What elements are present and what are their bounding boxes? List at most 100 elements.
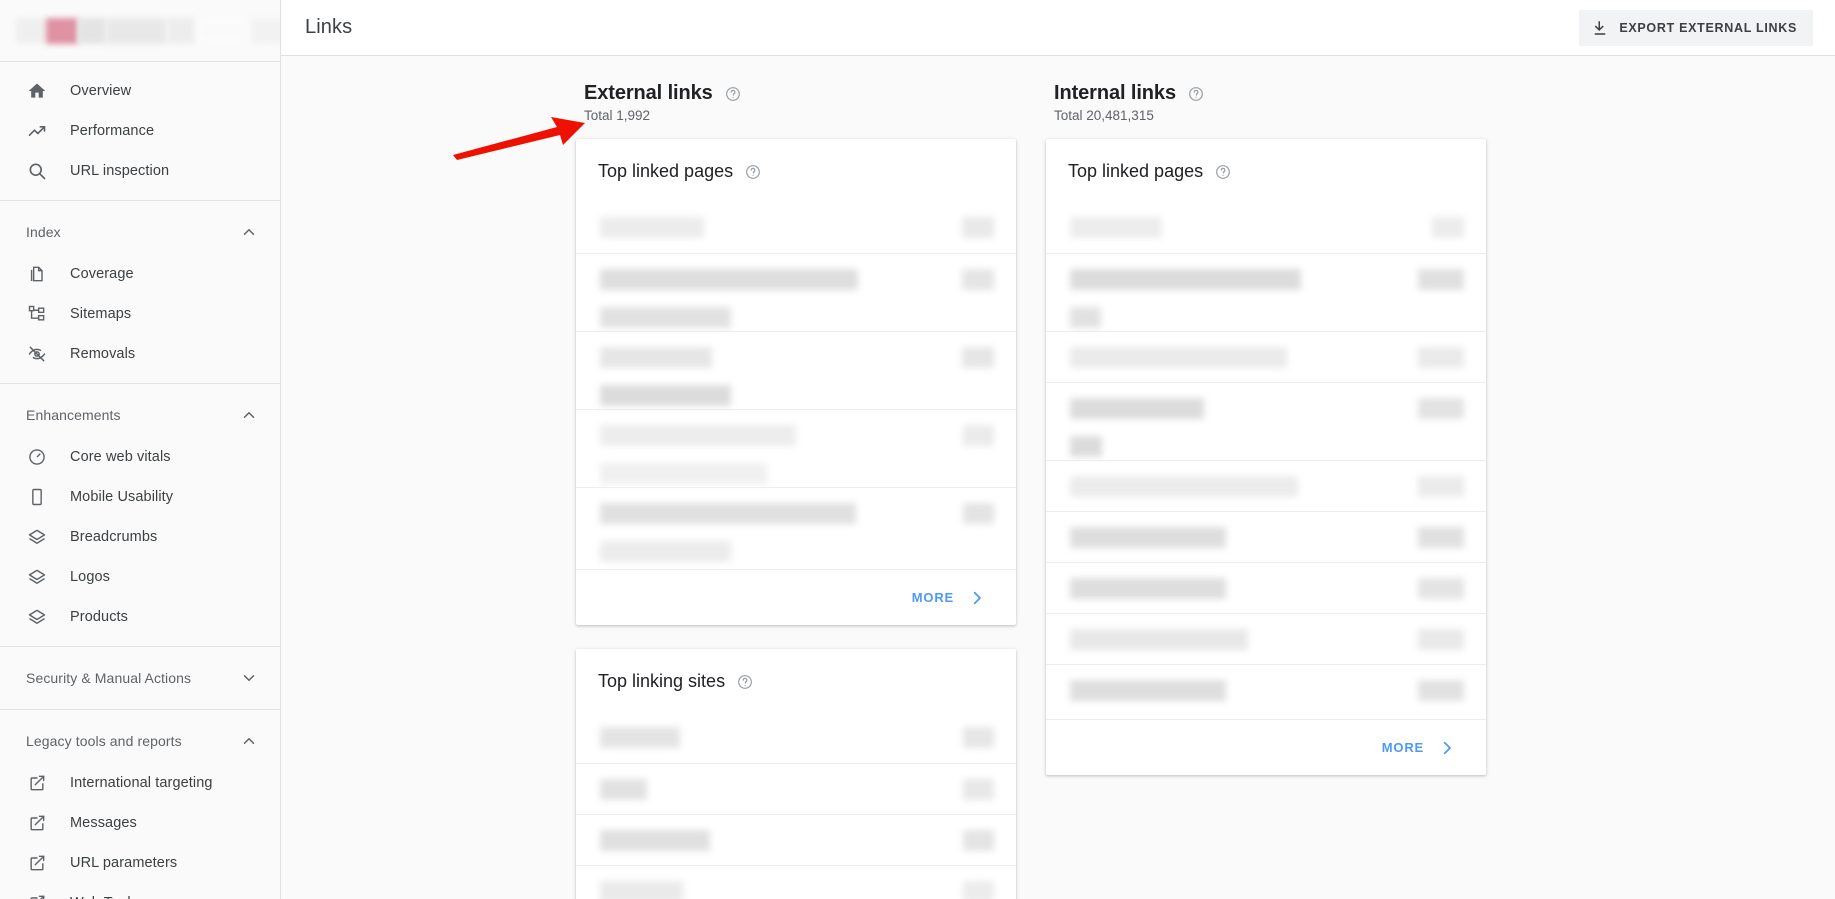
sidebar-item-coverage[interactable]: Coverage <box>0 254 280 294</box>
external-links-header: External links Total 1,992 <box>576 82 1016 123</box>
table-row[interactable] <box>576 814 1016 865</box>
sidebar-item-removals[interactable]: Removals <box>0 334 280 374</box>
help-circle-icon[interactable] <box>745 164 761 180</box>
sidebar-group-header-index[interactable]: Index <box>0 210 280 254</box>
card-rows <box>576 712 1016 899</box>
sidebar-group-header-security[interactable]: Security & Manual Actions <box>0 656 280 700</box>
help-circle-icon[interactable] <box>1188 86 1204 102</box>
export-external-links-button[interactable]: EXPORT EXTERNAL LINKS <box>1579 9 1813 46</box>
speedometer-icon <box>26 446 48 468</box>
sidebar-group-header-enhancements[interactable]: Enhancements <box>0 393 280 437</box>
table-row[interactable] <box>576 253 1016 304</box>
top-bar: Links EXPORT EXTERNAL LINKS <box>281 0 1835 56</box>
table-row[interactable] <box>576 202 1016 253</box>
external-link-icon <box>26 892 48 899</box>
group-title: Security & Manual Actions <box>26 670 192 686</box>
table-row[interactable] <box>1046 460 1486 511</box>
external-links-title: External links <box>584 82 713 104</box>
group-title: Enhancements <box>26 407 121 423</box>
property-selector[interactable] <box>0 0 280 62</box>
sidebar-item-label: Logos <box>70 569 111 585</box>
links-content: External links Total 1,992 Top linked pa… <box>281 56 1835 899</box>
chevron-right-icon <box>973 591 981 604</box>
pages-copy-icon <box>26 263 48 285</box>
page-title: Links <box>305 16 353 38</box>
sidebar-item-core-web-vitals[interactable]: Core web vitals <box>0 437 280 477</box>
sidebar-item-logos[interactable]: Logos <box>0 557 280 597</box>
layers-icon <box>26 606 48 628</box>
table-row-overflow <box>576 460 1016 487</box>
group-title: Legacy tools and reports <box>26 733 182 749</box>
table-row[interactable] <box>1046 202 1486 253</box>
search-icon <box>26 160 48 182</box>
external-link-icon <box>26 772 48 794</box>
sidebar-group-enhancements: Enhancements Core web vitals Mobile Usab… <box>0 384 280 647</box>
table-row[interactable] <box>576 763 1016 814</box>
table-row[interactable] <box>576 409 1016 460</box>
sitemap-icon <box>26 303 48 325</box>
sidebar-item-label: Performance <box>70 123 155 139</box>
sidebar-item-label: Mobile Usability <box>70 489 174 505</box>
links-columns: External links Total 1,992 Top linked pa… <box>281 82 1835 899</box>
table-row[interactable] <box>576 712 1016 763</box>
card-top-linked-pages-internal: Top linked pages MORE <box>1046 139 1486 775</box>
sidebar-item-web-tools[interactable]: Web Tools <box>0 883 280 899</box>
sidebar-item-label: Removals <box>70 346 136 362</box>
table-row[interactable] <box>1046 253 1486 304</box>
sidebar-group-security: Security & Manual Actions <box>0 647 280 710</box>
main-area: Links EXPORT EXTERNAL LINKS External lin… <box>281 0 1835 899</box>
chevron-up-icon[interactable] <box>240 406 258 424</box>
sidebar-group-main: Overview Performance URL inspection <box>0 62 280 201</box>
more-button[interactable]: MORE <box>1374 731 1464 765</box>
sidebar-item-international-targeting[interactable]: International targeting <box>0 763 280 803</box>
card-rows <box>1046 202 1486 719</box>
help-circle-icon[interactable] <box>725 86 741 102</box>
table-row[interactable] <box>1046 562 1486 613</box>
sidebar-item-label: Core web vitals <box>70 449 171 465</box>
chevron-down-icon[interactable] <box>240 669 258 687</box>
more-button[interactable]: MORE <box>904 581 994 615</box>
sidebar-item-performance[interactable]: Performance <box>0 111 280 151</box>
internal-links-title: Internal links <box>1054 82 1176 104</box>
layers-icon <box>26 526 48 548</box>
layers-icon <box>26 566 48 588</box>
chevron-up-icon[interactable] <box>240 732 258 750</box>
external-link-icon <box>26 852 48 874</box>
table-row[interactable] <box>576 331 1016 382</box>
sidebar-item-label: URL parameters <box>70 855 178 871</box>
sidebar-item-url-inspection[interactable]: URL inspection <box>0 151 280 191</box>
table-row[interactable] <box>1046 511 1486 562</box>
sidebar-item-products[interactable]: Products <box>0 597 280 637</box>
table-row[interactable] <box>1046 613 1486 664</box>
sidebar-item-label: Coverage <box>70 266 134 282</box>
table-row-overflow <box>576 304 1016 331</box>
table-row[interactable] <box>576 865 1016 899</box>
card-footer: MORE <box>1046 719 1486 775</box>
chevron-up-icon[interactable] <box>240 223 258 241</box>
sidebar-item-breadcrumbs[interactable]: Breadcrumbs <box>0 517 280 557</box>
external-link-icon <box>26 812 48 834</box>
sidebar-item-overview[interactable]: Overview <box>0 71 280 111</box>
external-links-total: Total 1,992 <box>584 108 651 123</box>
table-row[interactable] <box>1046 382 1486 433</box>
table-row[interactable] <box>1046 664 1486 715</box>
table-row-overflow <box>576 382 1016 409</box>
card-top-linking-sites: Top linking sites <box>576 649 1016 899</box>
help-circle-icon[interactable] <box>1215 164 1231 180</box>
sidebar-item-url-parameters[interactable]: URL parameters <box>0 843 280 883</box>
sidebar-item-messages[interactable]: Messages <box>0 803 280 843</box>
card-top-linked-pages-external: Top linked pages MORE <box>576 139 1016 625</box>
more-button-label: MORE <box>911 590 954 605</box>
sidebar-item-label: Sitemaps <box>70 306 132 322</box>
sidebar-item-sitemaps[interactable]: Sitemaps <box>0 294 280 334</box>
table-row[interactable] <box>576 487 1016 538</box>
sidebar-item-mobile-usability[interactable]: Mobile Usability <box>0 477 280 517</box>
card-title: Top linking sites <box>598 671 726 691</box>
table-row[interactable] <box>1046 331 1486 382</box>
download-icon <box>1595 20 1606 35</box>
sidebar-group-header-legacy[interactable]: Legacy tools and reports <box>0 719 280 763</box>
card-footer: MORE <box>576 569 1016 625</box>
internal-links-header: Internal links Total 20,481,315 <box>1046 82 1486 123</box>
help-circle-icon[interactable] <box>737 674 753 690</box>
sidebar-item-label: International targeting <box>70 775 213 791</box>
